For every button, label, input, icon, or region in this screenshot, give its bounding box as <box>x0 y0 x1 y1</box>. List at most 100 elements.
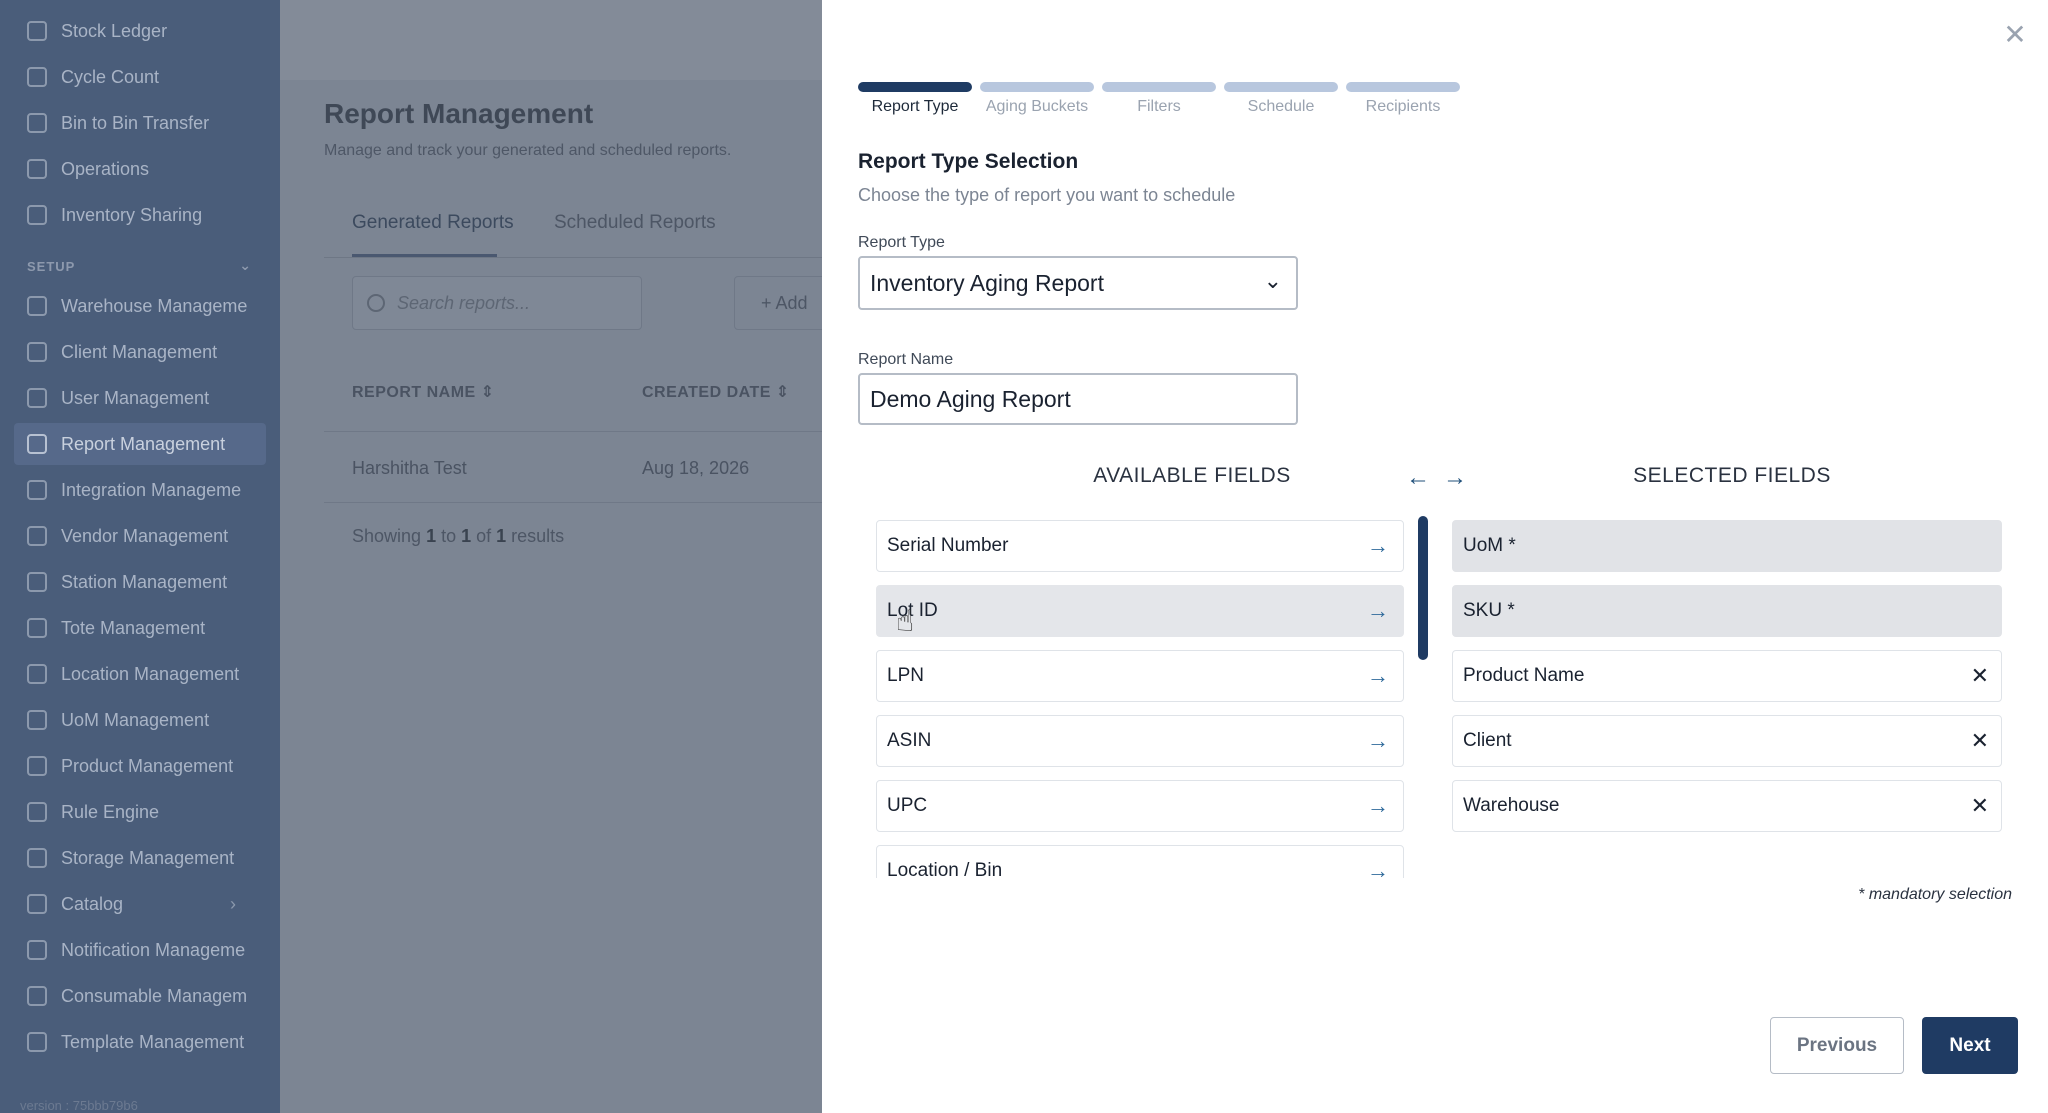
sidebar-item-cycle-count[interactable]: Cycle Count <box>0 56 266 98</box>
close-icon[interactable]: ✕ <box>1971 728 1989 754</box>
arrow-right-icon[interactable]: → <box>1367 533 1389 559</box>
version-label: version : 75bbb79b6 <box>20 1098 138 1113</box>
previous-button[interactable]: Previous <box>1770 1017 1904 1074</box>
pagination-text: Showing <box>352 526 427 546</box>
sidebar-item-template[interactable]: Template Management <box>0 1021 266 1063</box>
arrow-right-icon[interactable]: → <box>1367 793 1389 819</box>
sidebar-item-label: User Management <box>61 387 210 408</box>
available-field-serial-number[interactable]: Serial Number → <box>876 520 1404 572</box>
selected-field-warehouse[interactable]: Warehouse ✕ <box>1452 780 2002 832</box>
sidebar-item-rule-engine[interactable]: Rule Engine <box>0 791 266 833</box>
sidebar-item-label: Location Management <box>61 663 240 684</box>
sidebar-item-operations[interactable]: Operations <box>0 148 266 190</box>
step-bar <box>980 82 1094 92</box>
sidebar-item-station[interactable]: Station Management <box>0 561 266 603</box>
field-label: ASIN <box>887 730 932 751</box>
search-placeholder: Search reports... <box>397 292 531 313</box>
background-page: Report Management Manage and track your … <box>280 0 834 1113</box>
arrow-right-icon[interactable]: → <box>1443 464 1467 492</box>
arrow-right-icon[interactable]: → <box>1367 663 1389 689</box>
sidebar-item-label: Inventory Sharing <box>61 204 203 225</box>
sidebar-item-integration[interactable]: Integration Manageme <box>0 469 266 511</box>
column-header-created-date[interactable]: CREATED DATE ⇕ <box>642 382 790 402</box>
step-bar <box>858 82 972 92</box>
step-bar <box>1102 82 1216 92</box>
page-title: Report Management <box>324 98 594 129</box>
sidebar-item-product[interactable]: Product Management <box>0 745 266 787</box>
sidebar-item-label: UoM Management <box>61 709 210 730</box>
section-title: Report Type Selection <box>858 150 1079 173</box>
available-field-location-bin[interactable]: Location / Bin → <box>876 845 1404 878</box>
report-name-input[interactable] <box>858 373 1298 425</box>
column-header-report-name[interactable]: REPORT NAME ⇕ <box>352 382 495 402</box>
report-type-label: Report Type <box>858 234 945 251</box>
sidebar-item-tote[interactable]: Tote Management <box>0 607 266 649</box>
arrow-right-icon[interactable]: → <box>1367 858 1389 878</box>
field-label: Serial Number <box>887 535 1009 556</box>
sidebar-item-label: Station Management <box>61 571 228 592</box>
add-report-button[interactable]: + Add <box>734 276 834 330</box>
available-field-upc[interactable]: UPC → <box>876 780 1404 832</box>
sidebar-item-consumable[interactable]: Consumable Managem <box>0 975 266 1017</box>
step-report-type[interactable]: Report Type <box>858 82 972 116</box>
sidebar-section-setup[interactable]: SETUP ⌄ <box>27 257 252 274</box>
next-button[interactable]: Next <box>1922 1017 2018 1074</box>
sidebar-item-label: Product Management <box>61 755 234 776</box>
step-filters[interactable]: Filters <box>1102 82 1216 116</box>
step-aging-buckets[interactable]: Aging Buckets <box>980 82 1094 116</box>
search-input[interactable]: Search reports... <box>352 276 642 330</box>
field-label: Location / Bin <box>887 860 1003 878</box>
table-cell-report-name[interactable]: Harshitha Test <box>352 458 467 479</box>
tab-generated-reports[interactable]: Generated Reports <box>352 212 514 234</box>
hand-cursor-icon: ☝ <box>896 605 915 638</box>
step-label: Schedule <box>1247 98 1315 115</box>
close-icon[interactable]: ✕ <box>1971 663 1989 689</box>
pagination-total: 1 <box>496 526 507 546</box>
selected-field-client[interactable]: Client ✕ <box>1452 715 2002 767</box>
sidebar-item-vendor[interactable]: Vendor Management <box>0 515 266 557</box>
step-recipients[interactable]: Recipients <box>1346 82 1460 116</box>
close-icon[interactable]: ✕ <box>1971 793 1989 819</box>
field-label: SKU * <box>1463 600 1515 621</box>
available-field-lpn[interactable]: LPN → <box>876 650 1404 702</box>
available-field-lot-id[interactable]: Lot ID → <box>876 585 1404 637</box>
field-label: Product Name <box>1463 665 1585 686</box>
sidebar-item-storage[interactable]: Storage Management <box>0 837 266 879</box>
sidebar-item-label: Catalog <box>61 893 124 914</box>
sidebar-item-user[interactable]: User Management <box>0 377 266 419</box>
sidebar-item-report[interactable]: Report Management <box>14 423 266 465</box>
refresh-icon <box>27 67 47 87</box>
bell-icon <box>27 940 47 960</box>
cube-icon <box>27 159 47 179</box>
sidebar-item-uom[interactable]: UoM Management <box>0 699 266 741</box>
close-icon[interactable]: ✕ <box>2000 20 2030 50</box>
branch-icon <box>27 802 47 822</box>
step-schedule[interactable]: Schedule <box>1224 82 1338 116</box>
arrow-right-icon[interactable]: → <box>1367 598 1389 624</box>
arrow-right-icon[interactable]: → <box>1367 728 1389 754</box>
report-name-label: Report Name <box>858 351 954 368</box>
available-fields-scrollbar[interactable] <box>1418 516 1428 660</box>
sidebar-item-client[interactable]: Client Management <box>0 331 266 373</box>
column-header-label: REPORT NAME <box>352 384 476 401</box>
sidebar-item-catalog[interactable]: Catalog › <box>0 883 266 925</box>
link-icon <box>27 480 47 500</box>
sidebar-item-location[interactable]: Location Management <box>0 653 266 695</box>
tab-scheduled-reports[interactable]: Scheduled Reports <box>554 212 716 234</box>
sidebar-item-bin-transfer[interactable]: Bin to Bin Transfer <box>0 102 266 144</box>
selected-field-product-name[interactable]: Product Name ✕ <box>1452 650 2002 702</box>
sidebar-item-inventory-sharing[interactable]: Inventory Sharing <box>0 194 266 236</box>
sidebar-item-label: Tote Management <box>61 617 206 638</box>
report-type-select[interactable]: Inventory Aging Report ⌄ <box>858 256 1298 310</box>
sidebar-item-stock-ledger[interactable]: Stock Ledger <box>0 10 266 52</box>
sidebar-item-notification[interactable]: Notification Manageme <box>0 929 266 971</box>
pagination-summary: Showing 1 to 1 of 1 results <box>352 526 564 547</box>
sidebar-item-label: Stock Ledger <box>61 20 168 41</box>
building-icon <box>27 664 47 684</box>
step-label: Filters <box>1137 98 1181 115</box>
sidebar-item-warehouse[interactable]: Warehouse Manageme <box>0 285 266 327</box>
arrow-left-icon[interactable]: ← <box>1406 464 1430 492</box>
available-field-asin[interactable]: ASIN → <box>876 715 1404 767</box>
top-bar <box>280 0 822 80</box>
field-label: UPC <box>887 795 928 816</box>
